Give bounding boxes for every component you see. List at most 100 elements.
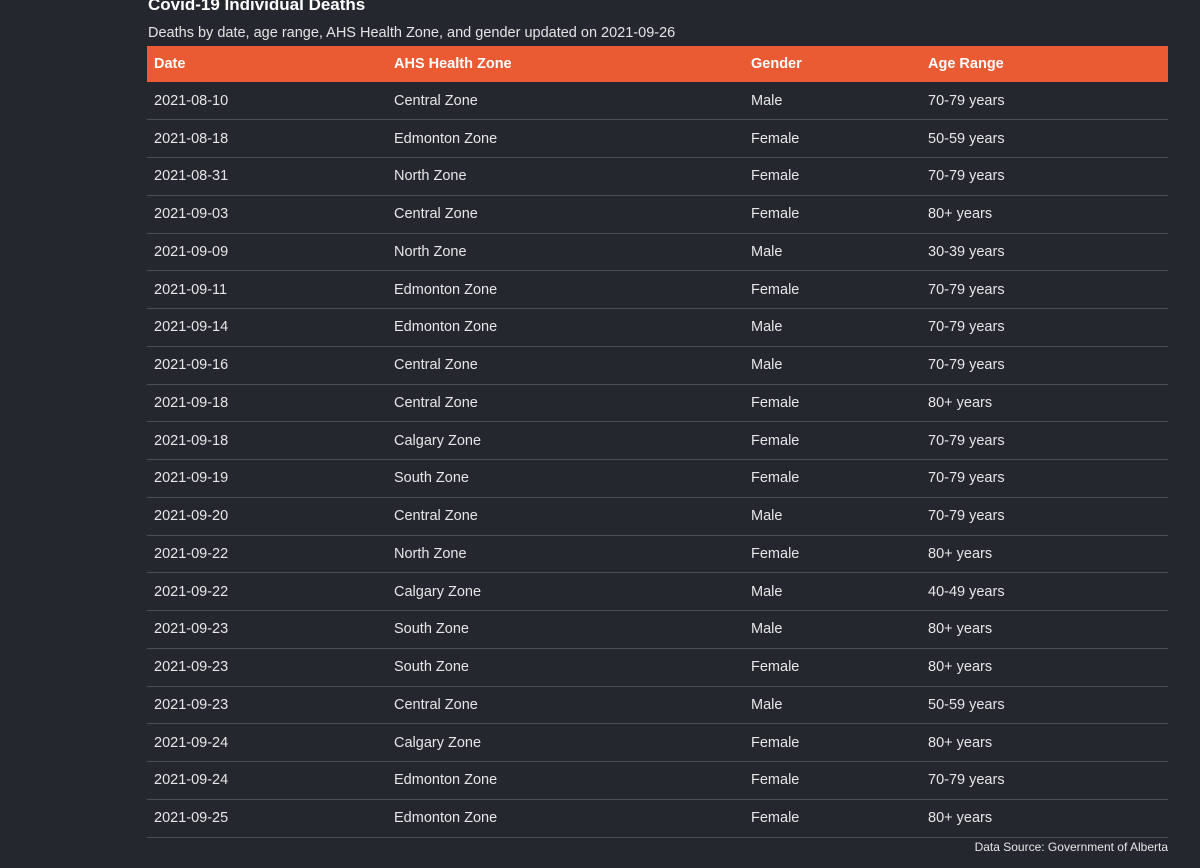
table-row: 2021-09-22 North Zone Female 80+ years	[147, 535, 1168, 573]
column-header-gender[interactable]: Gender	[744, 46, 921, 82]
cell-age-range: 80+ years	[928, 206, 993, 223]
cell-age-range: 70-79 years	[928, 168, 1005, 185]
cell-zone: North Zone	[394, 168, 467, 185]
cell-gender: Female	[751, 168, 800, 185]
cell-age-range: 80+ years	[928, 621, 993, 638]
table-row: 2021-09-25 Edmonton Zone Female 80+ years	[147, 799, 1168, 837]
cell-date: 2021-09-03	[154, 206, 229, 223]
cell-zone: Edmonton Zone	[394, 130, 498, 147]
cell-age-range: 80+ years	[928, 659, 993, 676]
cell-gender: Male	[751, 243, 783, 260]
cell-gender: Male	[751, 696, 783, 713]
data-source-note: Data Source: Government of Alberta	[974, 840, 1168, 854]
cell-zone: Calgary Zone	[394, 734, 482, 751]
cell-zone: Edmonton Zone	[394, 810, 498, 827]
cell-gender: Female	[751, 206, 800, 223]
cell-age-range: 70-79 years	[928, 319, 1005, 336]
table-body: 2021-08-10 Central Zone Male 70-79 years 202…	[147, 82, 1168, 837]
cell-gender: Female	[751, 810, 800, 827]
cell-gender: Female	[751, 281, 800, 298]
cell-zone: South Zone	[394, 621, 469, 638]
cell-date: 2021-09-09	[154, 243, 229, 260]
cell-age-range: 70-79 years	[928, 92, 1005, 109]
cell-age-range: 80+ years	[928, 734, 993, 751]
cell-gender: Female	[751, 734, 800, 751]
cell-gender: Male	[751, 357, 783, 374]
cell-gender: Male	[751, 508, 783, 525]
cell-age-range: 70-79 years	[928, 432, 1005, 449]
cell-zone: Central Zone	[394, 508, 478, 525]
cell-date: 2021-09-24	[154, 734, 229, 751]
cell-date: 2021-08-31	[154, 168, 229, 185]
cell-date: 2021-08-10	[154, 92, 229, 109]
cell-zone: Central Zone	[394, 394, 478, 411]
cell-zone: Edmonton Zone	[394, 319, 498, 336]
cell-zone: Central Zone	[394, 357, 478, 374]
cell-gender: Female	[751, 659, 800, 676]
cell-age-range: 70-79 years	[928, 357, 1005, 374]
cell-age-range: 80+ years	[928, 394, 993, 411]
table-row: 2021-09-09 North Zone Male 30-39 years	[147, 233, 1168, 271]
cell-zone: Calgary Zone	[394, 432, 482, 449]
cell-gender: Female	[751, 130, 800, 147]
cell-zone: Central Zone	[394, 92, 478, 109]
cell-gender: Male	[751, 621, 783, 638]
table-row: 2021-08-18 Edmonton Zone Female 50-59 years	[147, 120, 1168, 158]
cell-age-range: 40-49 years	[928, 583, 1005, 600]
table-row: 2021-09-22 Calgary Zone Male 40-49 years	[147, 573, 1168, 611]
table-row: 2021-09-16 Central Zone Male 70-79 years	[147, 346, 1168, 384]
cell-date: 2021-09-24	[154, 772, 229, 789]
cell-date: 2021-09-23	[154, 696, 229, 713]
cell-zone: North Zone	[394, 243, 467, 260]
column-header-date[interactable]: Date	[147, 46, 387, 82]
cell-zone: North Zone	[394, 545, 467, 562]
cell-date: 2021-09-11	[154, 281, 228, 298]
cell-gender: Female	[751, 470, 800, 487]
cell-date: 2021-09-22	[154, 545, 229, 562]
table-row: 2021-08-10 Central Zone Male 70-79 years	[147, 82, 1168, 120]
cell-gender: Male	[751, 92, 783, 109]
column-header-age-range[interactable]: Age Range	[921, 46, 1168, 82]
cell-gender: Male	[751, 583, 783, 600]
cell-date: 2021-09-18	[154, 394, 229, 411]
table-row: 2021-09-23 South Zone Male 80+ years	[147, 611, 1168, 649]
cell-date: 2021-09-20	[154, 508, 229, 525]
page-subtitle: Deaths by date, age range, AHS Health Zo…	[148, 25, 676, 41]
table-row: 2021-09-18 Central Zone Female 80+ years	[147, 384, 1168, 422]
table-header-row: Date AHS Health Zone Gender Age Range	[147, 46, 1168, 82]
table-row: 2021-09-14 Edmonton Zone Male 70-79 years	[147, 309, 1168, 347]
cell-age-range: 70-79 years	[928, 772, 1005, 789]
column-header-zone[interactable]: AHS Health Zone	[387, 46, 744, 82]
table-row: 2021-09-03 Central Zone Female 80+ years	[147, 195, 1168, 233]
table-row: 2021-09-18 Calgary Zone Female 70-79 years	[147, 422, 1168, 460]
cell-age-range: 70-79 years	[928, 508, 1005, 525]
cell-date: 2021-09-16	[154, 357, 229, 374]
cell-age-range: 70-79 years	[928, 470, 1005, 487]
cell-date: 2021-08-18	[154, 130, 229, 147]
cell-date: 2021-09-25	[154, 810, 229, 827]
table-row: 2021-09-20 Central Zone Male 70-79 years	[147, 497, 1168, 535]
cell-age-range: 50-59 years	[928, 130, 1005, 147]
cell-zone: Central Zone	[394, 696, 478, 713]
cell-gender: Female	[751, 545, 800, 562]
table-row: 2021-09-23 South Zone Female 80+ years	[147, 648, 1168, 686]
cell-zone: South Zone	[394, 659, 469, 676]
cell-zone: Edmonton Zone	[394, 772, 498, 789]
cell-date: 2021-09-22	[154, 583, 229, 600]
table-row: 2021-09-19 South Zone Female 70-79 years	[147, 460, 1168, 498]
page-title: Covid-19 Individual Deaths	[148, 0, 366, 14]
cell-date: 2021-09-23	[154, 621, 229, 638]
cell-age-range: 70-79 years	[928, 281, 1005, 298]
cell-age-range: 30-39 years	[928, 243, 1005, 260]
cell-zone: Central Zone	[394, 206, 478, 223]
cell-date: 2021-09-14	[154, 319, 229, 336]
table-row: 2021-08-31 North Zone Female 70-79 years	[147, 158, 1168, 196]
cell-date: 2021-09-23	[154, 659, 229, 676]
deaths-table: Date AHS Health Zone Gender Age Range 20…	[147, 46, 1168, 838]
table-row: 2021-09-24 Calgary Zone Female 80+ years	[147, 724, 1168, 762]
cell-gender: Female	[751, 772, 800, 789]
cell-age-range: 80+ years	[928, 545, 993, 562]
table-row: 2021-09-23 Central Zone Male 50-59 years	[147, 686, 1168, 724]
table-header: Date AHS Health Zone Gender Age Range	[147, 46, 1168, 82]
cell-date: 2021-09-19	[154, 470, 229, 487]
